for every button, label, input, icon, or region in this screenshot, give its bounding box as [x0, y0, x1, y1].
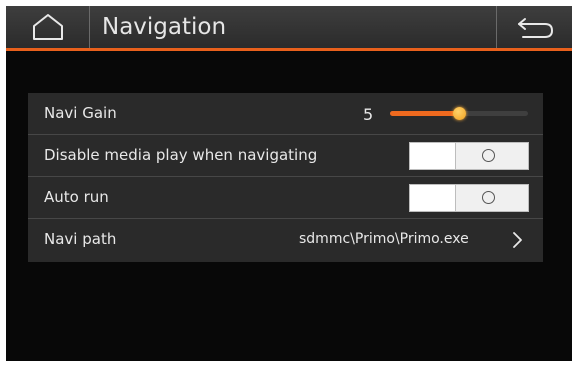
header-accent-line: [6, 48, 572, 51]
back-button[interactable]: [496, 6, 572, 48]
screen: Navigation Navi Gain 5 Disable media pla…: [6, 6, 572, 361]
toggle-on-segment: [410, 185, 456, 211]
navi-gain-label: Navi Gain: [44, 104, 117, 122]
setting-row-auto-run[interactable]: Auto run: [28, 177, 543, 219]
setting-row-navi-path[interactable]: Navi path sdmmc\Primo\Primo.exe: [28, 219, 543, 260]
navi-path-value: sdmmc\Primo\Primo.exe: [299, 231, 469, 247]
toggle-off-icon: [482, 191, 495, 204]
slider-fill: [390, 111, 459, 116]
setting-row-disable-media[interactable]: Disable media play when navigating: [28, 135, 543, 177]
auto-run-toggle[interactable]: [409, 184, 529, 212]
settings-list: Navi Gain 5 Disable media play when navi…: [28, 93, 543, 262]
back-arrow-icon: [518, 18, 554, 38]
setting-row-navi-gain: Navi Gain 5: [28, 93, 543, 135]
navi-gain-slider[interactable]: [390, 107, 528, 120]
home-button[interactable]: [6, 6, 90, 48]
navi-gain-value: 5: [363, 105, 374, 124]
home-icon: [32, 14, 63, 40]
title-bar: Navigation: [6, 6, 572, 48]
disable-media-toggle[interactable]: [409, 142, 529, 170]
chevron-right-icon[interactable]: [510, 232, 524, 248]
toggle-on-segment: [410, 143, 456, 169]
disable-media-label: Disable media play when navigating: [44, 146, 318, 164]
toggle-off-icon: [482, 149, 495, 162]
navi-path-label: Navi path: [44, 230, 117, 248]
page-title: Navigation: [102, 14, 227, 40]
auto-run-label: Auto run: [44, 188, 109, 206]
slider-knob[interactable]: [453, 107, 466, 120]
